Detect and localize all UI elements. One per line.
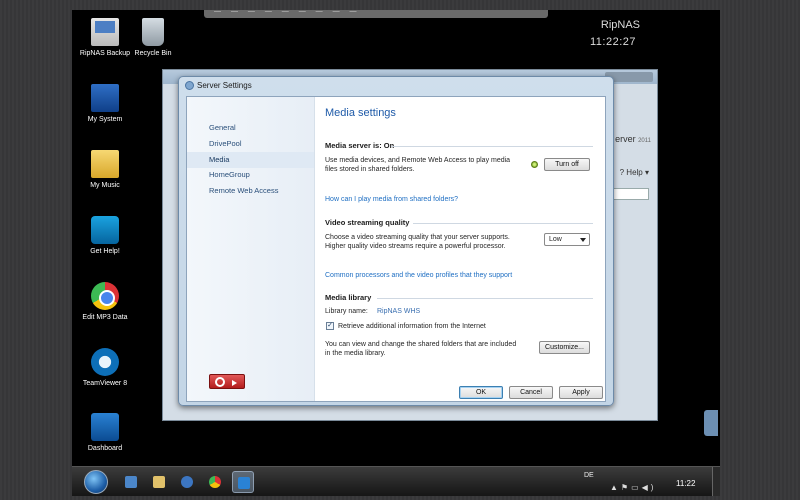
dialog-body: General DrivePool Media HomeGroup Remote… (186, 96, 606, 402)
nav-item-homegroup[interactable]: HomeGroup (187, 167, 314, 183)
power-button[interactable] (209, 374, 245, 389)
taskbar-explorer[interactable] (148, 471, 170, 493)
browser-tab-strip: — — — — — — — — — (204, 10, 548, 18)
desktop-icon-get-help[interactable]: Get Help! (74, 216, 136, 256)
teamviewer-icon (91, 348, 119, 376)
media-server-desc-2: files stored in shared folders. (325, 166, 415, 173)
taskbar-server-manager[interactable] (120, 471, 142, 493)
power-icon (215, 377, 225, 387)
taskbar-chrome[interactable] (204, 471, 226, 493)
taskbar-dashboard[interactable] (232, 471, 254, 493)
language-indicator[interactable]: DE (584, 472, 594, 479)
desktop-icon-label: Get Help! (90, 248, 120, 255)
video-quality-select[interactable]: Low (544, 233, 590, 246)
desktop-icon-my-music[interactable]: My Music (74, 150, 136, 190)
dialog-title: Server Settings (197, 81, 252, 90)
server-settings-dialog: Server Settings General DrivePool Media … (178, 76, 614, 406)
nas-time: 11:22:27 (589, 36, 636, 48)
backup-icon (91, 18, 119, 46)
taskbar-media[interactable] (176, 471, 198, 493)
status-on-icon (531, 161, 538, 168)
taskbar: DE ▲⚑▭◀) 11:22 (72, 466, 720, 496)
cancel-button[interactable]: Cancel (509, 386, 553, 399)
play-media-help-link[interactable]: How can I play media from shared folders… (325, 196, 458, 203)
desktop-icon-dashboard[interactable]: Dashboard (74, 413, 136, 453)
nav-item-remote-web-access[interactable]: Remote Web Access (187, 183, 314, 199)
show-desktop-button[interactable] (712, 467, 720, 496)
tab-strip-labels: — — — — — — — — — (214, 10, 361, 15)
media-server-title: Media server is: On (325, 141, 395, 150)
help-icon: ? (619, 168, 625, 177)
search-input[interactable] (609, 188, 649, 200)
system-tray-icons[interactable]: ▲⚑▭◀) (610, 483, 656, 492)
start-button[interactable] (84, 470, 108, 494)
chrome-icon (91, 282, 119, 310)
help-icon (91, 216, 119, 244)
media-icon (181, 476, 193, 488)
nav-item-media[interactable]: Media (187, 152, 314, 168)
video-quality-desc-2: Higher quality video streams require a p… (325, 243, 506, 250)
desktop-icon-label: My System (87, 116, 123, 123)
settings-nav: General DrivePool Media HomeGroup Remote… (187, 97, 315, 401)
video-quality-title: Video streaming quality (325, 218, 410, 227)
video-quality-desc-1: Choose a video streaming quality that yo… (325, 234, 510, 241)
server-icon (125, 476, 137, 488)
ok-button[interactable]: OK (459, 386, 503, 399)
settings-icon (185, 81, 194, 90)
page-title: Media settings (325, 107, 396, 119)
retrieve-info-label: Retrieve additional information from the… (338, 323, 486, 330)
media-library-title: Media library (325, 293, 372, 302)
teamviewer-panel-handle[interactable] (704, 410, 718, 436)
nas-name: RipNAS (600, 19, 640, 31)
chevron-down-icon (580, 238, 586, 242)
music-folder-icon (91, 150, 119, 178)
video-profiles-link[interactable]: Common processors and the video profiles… (325, 272, 512, 279)
desktop-icon-edit-mp3-data[interactable]: Edit MP3 Data (74, 282, 136, 322)
desktop-icon-label: TeamViewer 8 (82, 380, 128, 387)
media-library-desc-2: in the media library. (325, 350, 386, 357)
desktop-icon-label: Dashboard (87, 445, 123, 452)
media-library-desc-1: You can view and change the shared folde… (325, 341, 517, 348)
library-name-value: RipNAS WHS (377, 308, 421, 315)
computer-icon (91, 84, 119, 112)
desktop-icon-recycle-bin[interactable]: Recycle Bin (122, 18, 184, 58)
desktop-icon-my-system[interactable]: My System (74, 84, 136, 124)
nav-item-general[interactable]: General (187, 120, 314, 136)
product-name: erver 2011 (615, 134, 651, 144)
section-divider (413, 223, 593, 224)
dashboard-icon (238, 477, 250, 489)
apply-button[interactable]: Apply (559, 386, 603, 399)
customize-button[interactable]: Customize... (539, 341, 590, 354)
taskbar-clock[interactable]: 11:22 (676, 479, 695, 488)
chrome-icon (209, 476, 221, 488)
dashboard-icon (91, 413, 119, 441)
desktop-icon-label: Edit MP3 Data (82, 314, 128, 321)
nav-item-drivepool[interactable]: DrivePool (187, 136, 314, 152)
desktop-icon-label: Recycle Bin (134, 50, 172, 57)
library-name-label: Library name: (325, 308, 368, 315)
desktop-icon-teamviewer[interactable]: TeamViewer 8 (74, 348, 136, 388)
desktop-screen: — — — — — — — — — RipNAS 11:22:27 RipNAS… (72, 10, 720, 496)
media-settings-panel: Media settings Media server is: On Use m… (325, 97, 603, 401)
desktop-icon-label: My Music (90, 182, 120, 189)
recycle-bin-icon (142, 18, 164, 46)
retrieve-info-checkbox[interactable]: ✓ (326, 322, 334, 330)
media-server-desc-1: Use media devices, and Remote Web Access… (325, 157, 511, 164)
turn-off-button[interactable]: Turn off (544, 158, 590, 171)
section-divider (391, 146, 593, 147)
arrow-right-icon (232, 380, 237, 386)
help-menu[interactable]: ? Help ▾ (620, 168, 649, 177)
folder-icon (153, 476, 165, 488)
section-divider (377, 298, 593, 299)
